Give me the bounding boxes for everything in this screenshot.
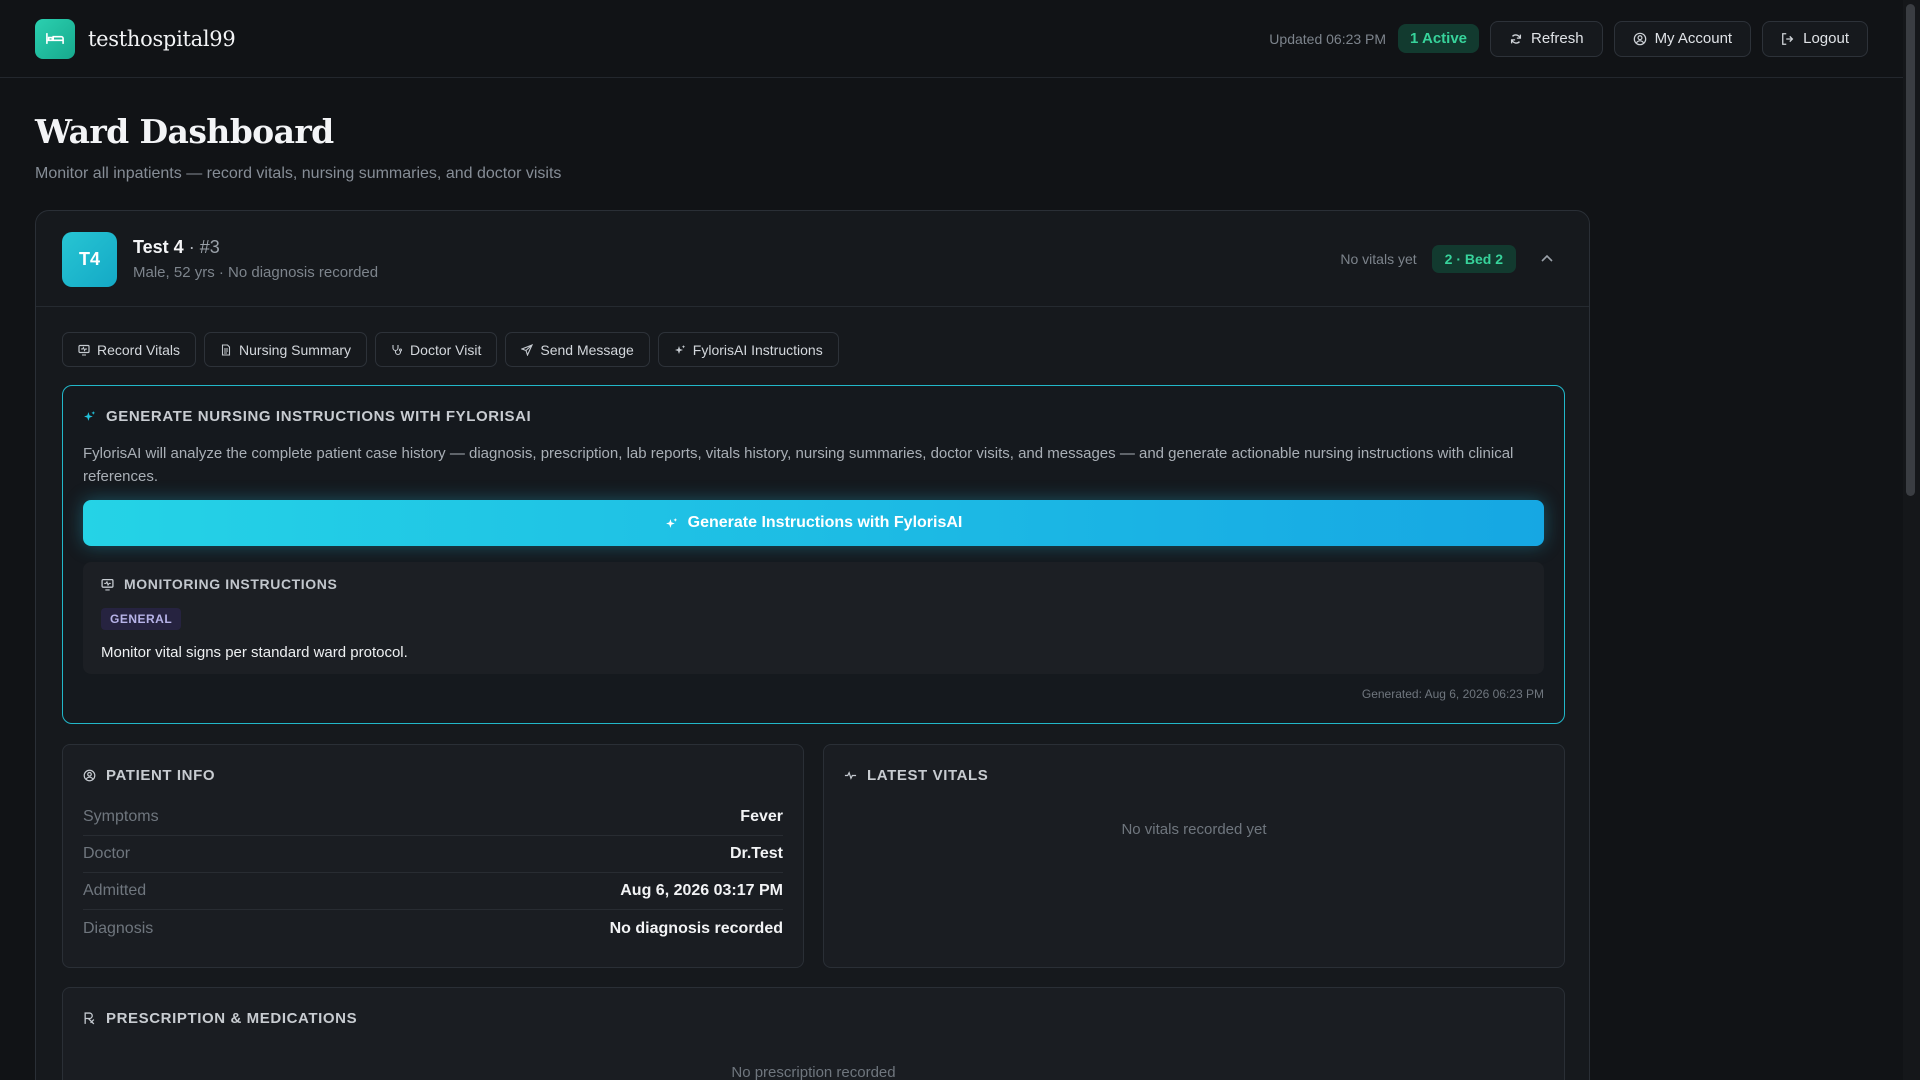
patient-id: #3 — [199, 237, 220, 257]
info-row-doctor: Doctor Dr.Test — [83, 836, 783, 873]
info-row-diagnosis: Diagnosis No diagnosis recorded — [83, 910, 783, 947]
page-title: Ward Dashboard — [35, 112, 334, 151]
monitoring-text: Monitor vital signs per standard ward pr… — [101, 644, 408, 661]
prescription-card: Prescription & Medications No prescripti… — [62, 987, 1565, 1080]
info-value: Dr.Test — [729, 845, 783, 862]
info-value: Fever — [740, 808, 783, 825]
patient-info-title-text: Patient Info — [106, 767, 216, 784]
refresh-label: Refresh — [1531, 30, 1584, 47]
ai-instructions-panel: Generate Nursing Instructions with Fylor… — [62, 385, 1565, 724]
info-key: Admitted — [83, 882, 147, 899]
nursing-summary-label: Nursing Summary — [239, 341, 352, 358]
record-vitals-button[interactable]: Record Vitals — [62, 332, 197, 367]
monitoring-instructions-box: Monitoring Instructions GENERAL Monitor … — [83, 562, 1544, 674]
patient-name: Test 4 — [133, 237, 184, 257]
updated-time: Updated 06:23 PM — [1269, 30, 1387, 47]
no-prescription-message: No prescription recorded — [731, 1064, 896, 1080]
patient-info-card: Patient Info Symptoms Fever Doctor Dr.Te… — [62, 744, 804, 968]
send-message-label: Send Message — [540, 341, 634, 358]
scrollbar-thumb[interactable] — [1906, 4, 1915, 496]
monitor-icon — [78, 344, 90, 355]
no-vitals-message: No vitals recorded yet — [1121, 821, 1267, 838]
sparkle-icon — [674, 344, 685, 354]
ai-panel-description: FylorisAI will analyze the complete pati… — [83, 445, 1514, 485]
logout-button[interactable]: Logout — [1762, 20, 1868, 57]
info-row-symptoms: Symptoms Fever — [83, 799, 783, 836]
info-row-admitted: Admitted Aug 6, 2026 03:17 PM — [83, 873, 783, 910]
monitoring-title-text: Monitoring Instructions — [124, 576, 338, 592]
doctor-visit-label: Doctor Visit — [410, 341, 482, 358]
refresh-button[interactable]: Refresh — [1490, 20, 1603, 57]
patient-meta: Male, 52 yrs · No diagnosis recorded — [133, 264, 379, 281]
generated-timestamp: Generated: Aug 6, 2026 06:23 PM — [1361, 687, 1544, 701]
logout-label: Logout — [1803, 30, 1849, 47]
bed-badge: 2 · Bed 2 — [1431, 245, 1516, 273]
name-separator: · — [188, 237, 195, 257]
generate-instructions-button[interactable]: Generate Instructions with FylorisAI — [83, 500, 1544, 546]
doctor-visit-button[interactable]: Doctor Visit — [375, 332, 498, 367]
sparkle-icon — [84, 411, 96, 421]
user-circle-icon — [83, 769, 96, 782]
prescription-title: Prescription & Medications — [83, 1010, 357, 1027]
fylorisai-instructions-button[interactable]: FylorisAI Instructions — [657, 332, 839, 367]
active-count-badge: 1 Active — [1398, 24, 1480, 53]
info-value: No diagnosis recorded — [609, 919, 783, 937]
top-bar: testhospital99 Updated 06:23 PM 1 Active… — [0, 0, 1903, 78]
patient-info-title: Patient Info — [83, 767, 215, 784]
latest-vitals-card: Latest Vitals No vitals recorded yet — [823, 744, 1565, 968]
refresh-icon — [1511, 33, 1522, 44]
fylorisai-instructions-label: FylorisAI Instructions — [692, 341, 823, 358]
send-message-button[interactable]: Send Message — [505, 332, 650, 367]
user-circle-icon — [1633, 32, 1646, 45]
latest-vitals-title-text: Latest Vitals — [867, 767, 989, 784]
send-icon — [521, 343, 534, 356]
brand-name[interactable]: testhospital99 — [88, 27, 236, 51]
patient-card: T4 Test 4 · #3 Male, 52 yrs · No diagnos… — [35, 210, 1590, 1080]
vitals-status: No vitals yet — [1340, 251, 1417, 267]
pulse-icon — [844, 771, 857, 780]
nursing-summary-button[interactable]: Nursing Summary — [204, 332, 368, 367]
logout-icon — [1782, 32, 1794, 45]
info-key: Doctor — [83, 845, 131, 862]
patient-name-line: Test 4 · #3 — [133, 237, 220, 258]
document-icon — [221, 343, 231, 356]
ai-panel-title: Generate Nursing Instructions with Fylor… — [83, 408, 531, 425]
info-key: Symptoms — [83, 808, 159, 825]
latest-vitals-title: Latest Vitals — [844, 767, 988, 784]
prescription-title-text: Prescription & Medications — [106, 1010, 358, 1027]
hospital-bed-icon[interactable] — [35, 18, 75, 59]
ai-panel-title-text: Generate Nursing Instructions with Fylor… — [106, 408, 532, 425]
patient-avatar: T4 — [62, 232, 117, 287]
info-value: Aug 6, 2026 03:17 PM — [620, 882, 783, 899]
page-subtitle: Monitor all inpatients — record vitals, … — [35, 165, 562, 182]
monitor-icon — [101, 578, 114, 590]
record-vitals-label: Record Vitals — [97, 341, 181, 358]
prescription-icon — [84, 1012, 95, 1025]
monitoring-title: Monitoring Instructions — [101, 576, 337, 592]
patient-card-header[interactable]: T4 Test 4 · #3 Male, 52 yrs · No diagnos… — [36, 211, 1589, 307]
my-account-button[interactable]: My Account — [1613, 20, 1752, 57]
sparkle-icon — [665, 517, 677, 528]
category-tag: GENERAL — [101, 608, 182, 630]
info-key: Diagnosis — [83, 919, 154, 937]
chevron-up-icon[interactable] — [1539, 251, 1555, 267]
stethoscope-icon — [392, 344, 403, 355]
my-account-label: My Account — [1654, 30, 1733, 47]
patient-actions: Record Vitals Nursing Summary Doctor Vis… — [62, 332, 839, 367]
generate-instructions-label: Generate Instructions with FylorisAI — [687, 514, 963, 531]
